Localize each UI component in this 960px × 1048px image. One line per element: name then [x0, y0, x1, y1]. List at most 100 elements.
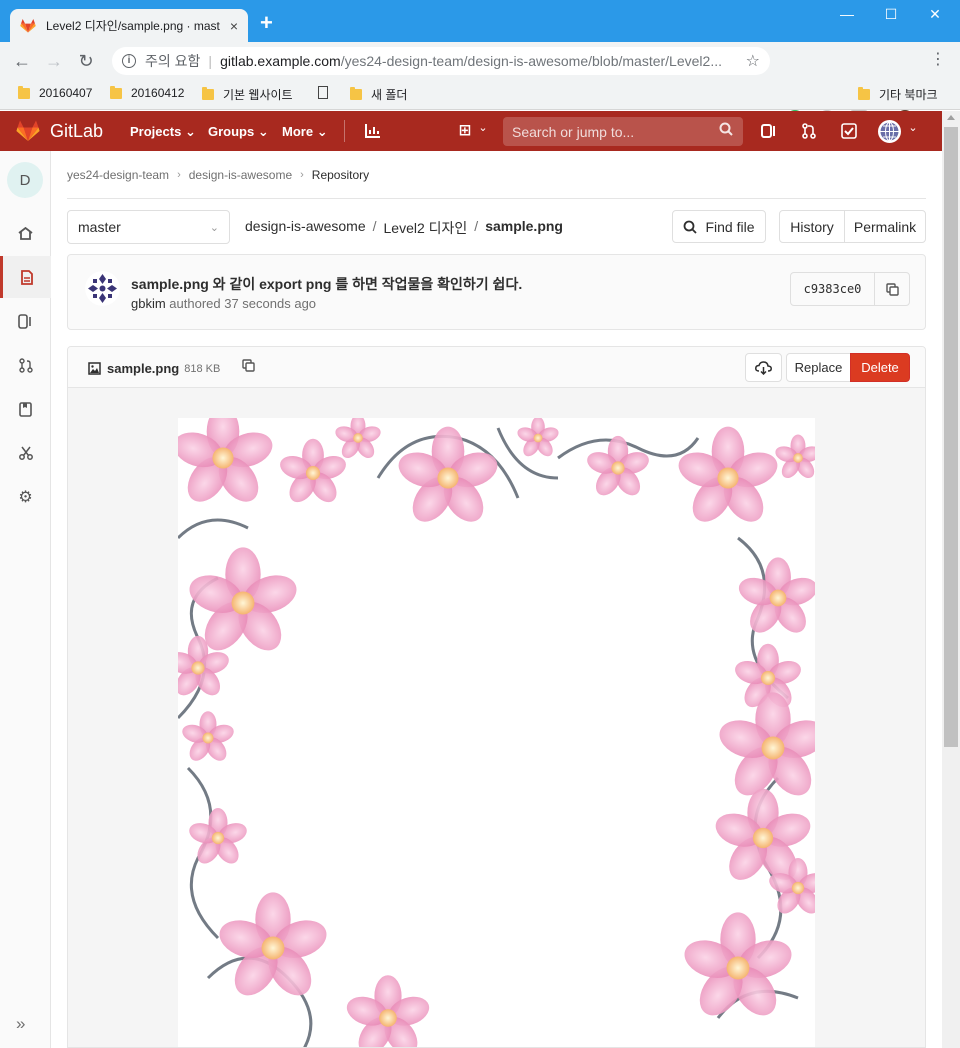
nav-divider [344, 120, 345, 142]
url-path: /yes24-design-team/design-is-awesome/blo… [340, 53, 722, 69]
commit-author-avatar[interactable] [85, 271, 120, 306]
bookmark-folder[interactable]: 새 폴더 [350, 86, 407, 103]
folder-icon [858, 87, 870, 100]
sidebar-item-project[interactable] [0, 212, 51, 254]
gitlab-navbar: GitLab Projects ⌄ Groups ⌄ More ⌄ ⊞ ⌄ Se… [0, 111, 942, 151]
last-commit-panel: sample.png 와 같이 export png 를 하면 작업물을 확인하… [67, 254, 926, 330]
browser-titlebar: Level2 디자인/sample.png · mast × + — ☐ ✕ [0, 0, 960, 42]
info-icon[interactable]: i [122, 54, 136, 68]
folder-icon [110, 85, 122, 99]
folder-icon [18, 85, 30, 99]
close-window-icon[interactable]: ✕ [920, 6, 950, 23]
image-file-icon [88, 362, 101, 375]
cloud-download-icon [755, 360, 772, 375]
projects-menu[interactable]: Projects ⌄ [130, 124, 196, 140]
sidebar-item-merge-requests[interactable] [0, 344, 51, 386]
copy-sha-button[interactable] [875, 273, 909, 305]
flower [335, 418, 381, 459]
project-avatar[interactable]: D [7, 162, 43, 198]
global-search-input[interactable]: Search or jump to... [503, 117, 743, 146]
chevron-down-icon: ⌄ [478, 122, 488, 134]
chevron-down-icon: ⌄ [316, 124, 328, 139]
sidebar-item-repository[interactable] [0, 256, 51, 298]
path-project-link[interactable]: design-is-awesome [245, 218, 366, 238]
history-button[interactable]: History [780, 211, 845, 242]
breadcrumb-current[interactable]: Repository [312, 168, 369, 182]
document-icon [21, 269, 33, 285]
bookmarks-bar: 20160407 20160412 기본 웹사이트 새 폴더 기타 북마크 [0, 80, 960, 110]
path-separator: / [372, 218, 377, 234]
address-bar[interactable]: i 주의 요함 | gitlab.example.com /yes24-desi… [112, 47, 770, 75]
breadcrumb-group[interactable]: yes24-design-team [67, 168, 169, 182]
image-preview [178, 418, 815, 1047]
bookmark-folder[interactable]: 20160407 [18, 85, 92, 100]
bookmark-label: 20160412 [131, 86, 185, 100]
bookmark-label: 기본 웹사이트 [223, 88, 293, 102]
groups-menu[interactable]: Groups ⌄ [208, 124, 269, 140]
file-holder: sample.png 818 KB Replace Delete [67, 346, 926, 1048]
copy-path-icon[interactable] [242, 359, 255, 372]
flower [178, 418, 273, 502]
scissors-icon [18, 446, 33, 460]
other-bookmarks[interactable]: 기타 북마크 [858, 86, 938, 103]
find-file-button[interactable]: Find file [672, 210, 766, 243]
globe-avatar-icon [880, 122, 899, 141]
download-button[interactable] [745, 353, 782, 382]
file-size: 818 KB [184, 362, 221, 375]
sidebar-item-wiki[interactable] [0, 388, 51, 430]
maximize-icon[interactable]: ☐ [876, 6, 906, 23]
merge-request-icon[interactable] [800, 123, 818, 139]
commit-author-link[interactable]: gbkim [131, 296, 166, 311]
bookmark-page[interactable] [318, 86, 338, 99]
breadcrumb-project[interactable]: design-is-awesome [189, 168, 292, 182]
user-avatar[interactable] [878, 120, 901, 143]
commit-sha[interactable]: c9383ce0 [791, 273, 875, 305]
sidebar-item-settings[interactable]: ⚙ [0, 476, 51, 518]
branch-name: master [78, 219, 121, 235]
issues-icon [18, 313, 31, 329]
security-label: 주의 요함 [145, 53, 201, 69]
scroll-thumb[interactable] [944, 127, 958, 747]
flower [587, 435, 649, 496]
commit-title[interactable]: sample.png 와 같이 export png 를 하면 작업물을 확인하… [131, 274, 522, 294]
bookmark-folder[interactable]: 20160412 [110, 85, 185, 100]
todo-check-icon[interactable] [840, 123, 858, 139]
search-icon [684, 220, 698, 234]
browser-tab[interactable]: Level2 디자인/sample.png · mast × [10, 9, 248, 42]
browser-toolbar: ← → ↻ i 주의 요함 | gitlab.example.com /yes2… [0, 42, 960, 111]
tab-close-icon[interactable]: × [230, 18, 238, 34]
scroll-up-arrow-icon[interactable] [947, 115, 955, 120]
flower [678, 426, 778, 522]
collapse-sidebar-icon[interactable]: » [16, 1014, 25, 1034]
new-tab-button[interactable]: + [260, 12, 273, 34]
bookmark-folder[interactable]: 기본 웹사이트 [202, 86, 293, 103]
path-folder-link[interactable]: Level2 디자인 [384, 218, 468, 238]
bookmark-star-icon[interactable]: ☆ [746, 51, 760, 71]
page-scrollbar[interactable] [942, 111, 960, 1048]
divider [67, 198, 926, 199]
gitlab-brand[interactable]: GitLab [50, 121, 103, 142]
back-icon[interactable]: ← [6, 51, 38, 72]
reload-icon[interactable]: ↻ [70, 51, 102, 72]
menu-label: Projects [130, 124, 182, 139]
find-file-label: Find file [705, 218, 755, 235]
chrome-menu-icon[interactable]: ⋮ [922, 49, 954, 69]
delete-button[interactable]: Delete [850, 353, 910, 382]
search-icon [719, 122, 733, 136]
chevron-down-icon: ⌄ [257, 124, 269, 139]
flower [346, 975, 430, 1047]
activity-chart-icon[interactable] [364, 124, 382, 138]
project-sidebar: D ⚙ » [0, 151, 51, 1048]
branch-selector[interactable]: master ⌄ [67, 210, 230, 244]
new-item-plus-icon[interactable]: ⊞ [456, 121, 474, 139]
folder-icon [350, 87, 362, 100]
more-menu[interactable]: More ⌄ [282, 124, 328, 140]
issues-icon[interactable] [760, 123, 778, 139]
forward-icon[interactable]: → [38, 51, 70, 72]
sidebar-item-snippets[interactable] [0, 432, 51, 474]
minimize-icon[interactable]: — [832, 6, 862, 22]
sidebar-item-issues[interactable] [0, 300, 51, 342]
gitlab-logo-icon[interactable] [16, 120, 40, 142]
replace-button[interactable]: Replace [786, 353, 851, 382]
permalink-button[interactable]: Permalink [845, 211, 925, 242]
